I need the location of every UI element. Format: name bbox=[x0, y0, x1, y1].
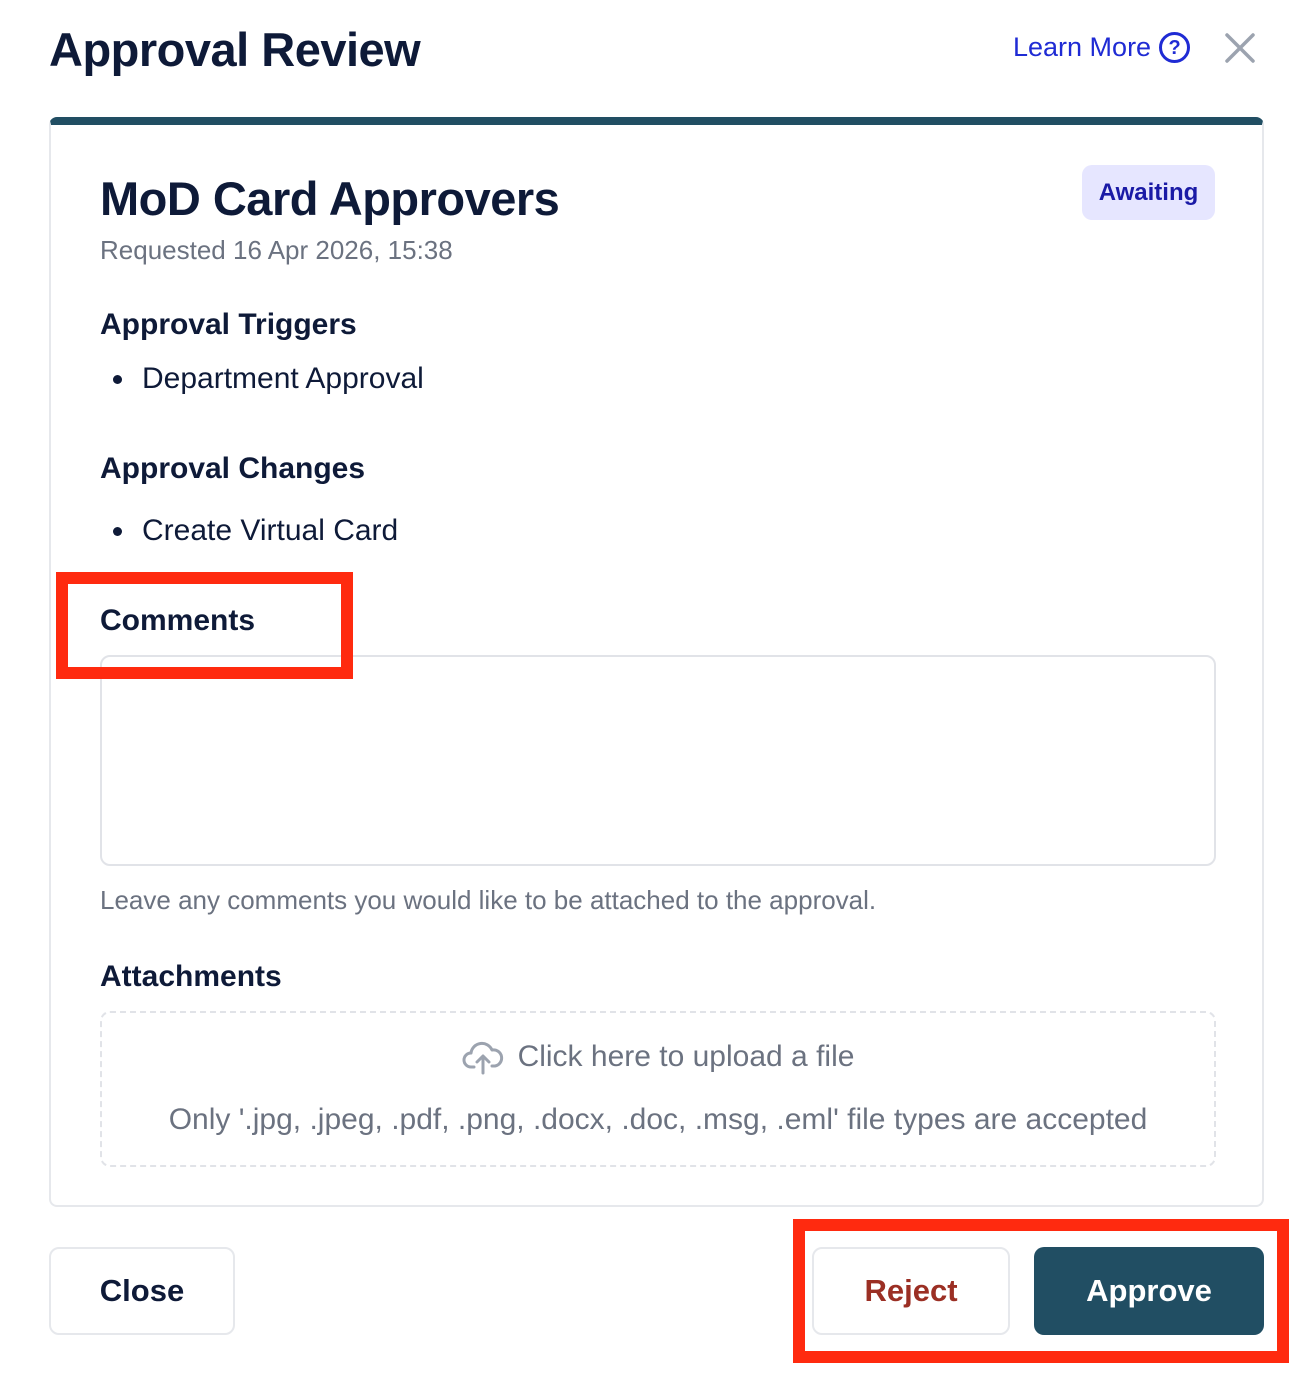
help-circle-icon: ? bbox=[1159, 32, 1191, 63]
comments-helper-text: Leave any comments you would like to be … bbox=[100, 885, 877, 915]
learn-more-label: Learn More bbox=[1013, 32, 1152, 62]
accepted-file-types: Only '.jpg, .jpeg, .pdf, .png, .docx, .d… bbox=[168, 1103, 1148, 1136]
upload-text: Click here to upload a file bbox=[517, 1040, 855, 1073]
status-badge: Awaiting bbox=[1082, 165, 1215, 220]
reject-button[interactable]: Reject bbox=[812, 1247, 1010, 1335]
approval-changes-heading: Approval Changes bbox=[100, 452, 366, 485]
approval-card: MoD Card Approvers Requested 16 Apr 2026… bbox=[49, 117, 1264, 1207]
comments-textarea[interactable] bbox=[100, 655, 1216, 866]
requested-timestamp: Requested 16 Apr 2026, 15:38 bbox=[100, 235, 453, 265]
approval-triggers-heading: Approval Triggers bbox=[100, 308, 357, 341]
comments-heading: Comments bbox=[100, 604, 256, 637]
approve-button[interactable]: Approve bbox=[1034, 1247, 1264, 1335]
approval-review-modal: Approval Review Learn More ? MoD Card Ap… bbox=[0, 0, 1312, 1385]
attachments-heading: Attachments bbox=[100, 960, 282, 993]
close-icon[interactable] bbox=[1222, 30, 1258, 66]
list-item: Create Virtual Card bbox=[111, 514, 398, 548]
list-item: Department Approval bbox=[111, 362, 424, 396]
close-button[interactable]: Close bbox=[49, 1247, 235, 1335]
learn-more-link[interactable]: Learn More ? bbox=[1013, 32, 1191, 63]
approval-triggers-list: Department Approval bbox=[111, 362, 424, 396]
upload-prompt: Click here to upload a file bbox=[102, 1039, 1214, 1075]
approval-group-title: MoD Card Approvers bbox=[100, 172, 560, 225]
cloud-upload-icon bbox=[462, 1041, 503, 1075]
modal-title: Approval Review bbox=[49, 23, 421, 76]
file-upload-dropzone[interactable]: Click here to upload a file Only '.jpg, … bbox=[100, 1011, 1216, 1167]
approval-changes-list: Create Virtual Card bbox=[111, 514, 398, 548]
